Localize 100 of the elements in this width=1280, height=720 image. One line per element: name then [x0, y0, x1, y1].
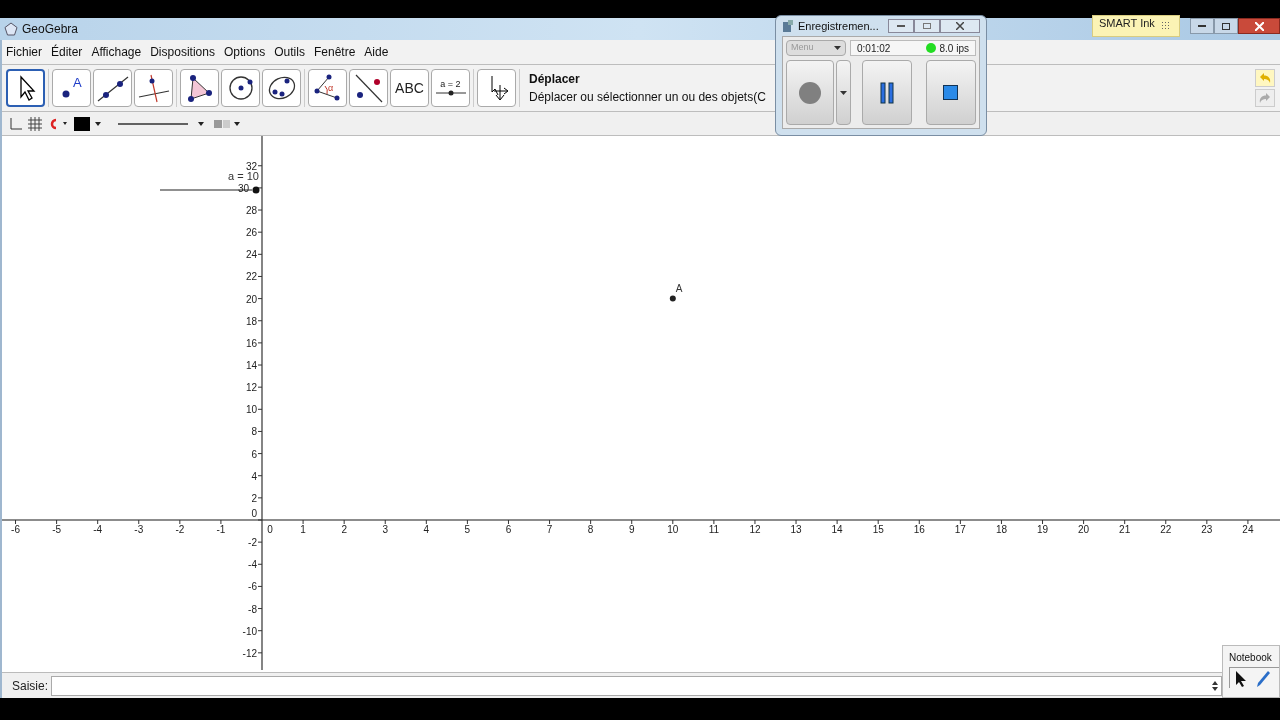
x-tick-label: 17: [954, 524, 966, 535]
frame-rate: 8.0 ips: [939, 41, 969, 56]
tool-button[interactable]: [93, 69, 132, 107]
tool-button[interactable]: [134, 69, 173, 107]
input-field[interactable]: [51, 675, 1222, 696]
x-tick-label: 4: [423, 524, 430, 535]
smart-ink-label: SMART Ink: [1099, 15, 1155, 31]
y-tick-label: -8: [248, 603, 257, 615]
y-tick-label: 8: [251, 426, 257, 438]
y-tick-label: 10: [245, 404, 257, 416]
y-tick-label: -6: [248, 581, 257, 593]
tool-help-text: Déplacer ou sélectionner un ou des objets(C: [529, 89, 766, 106]
menu-item[interactable]: Fichier: [6, 43, 42, 61]
axes-icon[interactable]: [8, 116, 22, 131]
x-tick-label: 24: [1242, 524, 1254, 535]
smart-ink-tab[interactable]: SMART Ink: [1092, 15, 1180, 37]
minimize-button[interactable]: [1190, 18, 1214, 34]
pentagon-icon: [4, 22, 18, 36]
grid-icon[interactable]: [28, 116, 42, 131]
slider-label: a = 10: [228, 170, 259, 182]
tool-button[interactable]: ABC: [390, 69, 429, 107]
x-tick-label: 22: [1160, 524, 1172, 535]
label-style-icon[interactable]: [214, 118, 240, 129]
y-tick-label: 0: [251, 508, 257, 519]
y-tick-label: -4: [248, 559, 257, 571]
tool-button[interactable]: [221, 69, 260, 107]
record-button[interactable]: [786, 60, 835, 125]
notebook-label: Notebook: [1229, 651, 1273, 665]
pause-icon: [879, 81, 894, 104]
cursor-icon[interactable]: [1234, 670, 1248, 688]
menu-item[interactable]: Options: [223, 43, 266, 61]
y-tick-label: 20: [245, 293, 257, 305]
y-tick-label: -2: [248, 537, 257, 549]
x-tick-label: 8: [587, 524, 594, 535]
tool-button[interactable]: [349, 69, 388, 107]
close-button[interactable]: [940, 19, 980, 33]
y-tick-label: 14: [245, 360, 257, 371]
x-tick-label: 18: [995, 524, 1007, 535]
undo-icon: [1258, 72, 1272, 84]
y-tick-label: -10: [242, 625, 257, 637]
point[interactable]: [669, 295, 676, 302]
tool-button[interactable]: [6, 69, 45, 107]
close-button[interactable]: [1238, 18, 1280, 34]
y-tick-label: 24: [245, 249, 257, 261]
maximize-button[interactable]: [1214, 18, 1238, 34]
x-tick-label: 20: [1078, 524, 1090, 535]
y-tick-label: 6: [251, 448, 257, 460]
menu-item[interactable]: Outils: [274, 43, 305, 61]
y-tick-label: 32: [245, 160, 257, 172]
slider-handle[interactable]: [252, 186, 260, 194]
close-icon: [956, 22, 964, 30]
x-tick-label: 7: [546, 524, 553, 535]
tool-button[interactable]: [262, 69, 301, 107]
x-tick-label: 16: [913, 524, 925, 535]
minimize-button[interactable]: [888, 19, 914, 33]
grip-icon: [1160, 21, 1169, 31]
menu-item[interactable]: Aide: [364, 43, 389, 61]
y-tick-label: 2: [251, 492, 257, 504]
tool-name: Déplacer: [529, 71, 581, 88]
y-tick-label: 4: [251, 470, 257, 482]
x-tick-label: 10: [667, 524, 679, 535]
tool-button[interactable]: a = 2: [431, 69, 470, 107]
y-tick-label: 30: [237, 182, 249, 194]
menu-item[interactable]: Éditer: [51, 43, 83, 61]
x-tick-label: -5: [52, 524, 62, 535]
y-tick-label: 22: [245, 271, 257, 283]
pause-button[interactable]: [861, 60, 912, 125]
x-tick-label: 9: [628, 524, 635, 535]
x-tick-label: 14: [831, 524, 843, 535]
caret-icon: [834, 46, 841, 50]
magnet-icon[interactable]: [48, 117, 68, 130]
x-tick-label: 19: [1036, 524, 1049, 535]
x-tick-label: -2: [175, 524, 185, 535]
y-tick-label: 18: [245, 315, 257, 327]
menu-item[interactable]: Affichage: [91, 43, 142, 61]
x-tick-label: 11: [708, 524, 720, 535]
x-tick-label: -4: [93, 524, 103, 535]
recording-time: 0:01:02: [857, 41, 891, 56]
point-label: A: [675, 282, 683, 294]
recorder-title: Enregistremen...: [798, 18, 879, 34]
x-tick-label: 23: [1201, 524, 1213, 535]
tool-button[interactable]: [477, 69, 516, 107]
x-tick-label: 13: [790, 524, 802, 535]
tool-button[interactable]: [180, 69, 219, 107]
menu-item[interactable]: Dispositions: [150, 43, 215, 61]
y-tick-label: 26: [245, 227, 257, 239]
color-swatch-icon[interactable]: [74, 116, 102, 131]
x-tick-label: -3: [134, 524, 144, 535]
input-label: Saisie:: [12, 677, 49, 695]
stop-button[interactable]: [925, 60, 976, 125]
pen-icon[interactable]: [1256, 670, 1270, 688]
x-tick-label: 3: [382, 524, 388, 535]
x-tick-label: 1: [300, 524, 306, 535]
x-tick-label: 5: [464, 524, 471, 535]
spinner-icon: [1211, 679, 1219, 692]
y-tick-label: 16: [245, 337, 257, 349]
slider-icon: [435, 88, 466, 97]
record-icon: [799, 81, 822, 104]
window-title: GeoGebra: [22, 21, 79, 38]
menu-item[interactable]: Fenêtre: [313, 43, 356, 61]
